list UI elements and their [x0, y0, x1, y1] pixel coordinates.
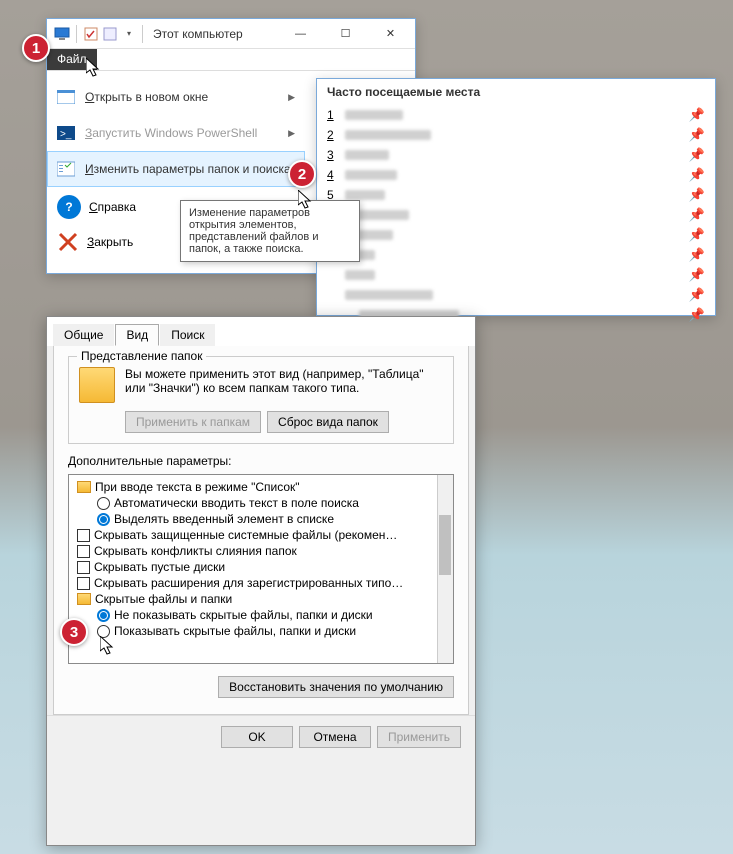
check-hide-merge[interactable] — [77, 545, 90, 558]
check-hide-extensions[interactable] — [77, 577, 90, 590]
menu-change-folder-options[interactable]: Изменить параметры папок и поиска — [47, 151, 305, 187]
tree-label: Не показывать скрытые файлы, папки и дис… — [114, 608, 373, 622]
menu-label: Запустить Windows PowerShell — [85, 126, 288, 140]
frequent-item[interactable]: 📌 — [327, 225, 705, 245]
group-description: Вы можете применить этот вид (например, … — [125, 367, 443, 395]
group-label: Представление папок — [77, 349, 206, 363]
close-button[interactable]: ✕ — [368, 20, 413, 48]
apply-button[interactable]: Применить — [377, 726, 461, 748]
frequent-item[interactable]: 5📌 — [327, 185, 705, 205]
window-title: Этот компьютер — [153, 27, 278, 41]
frequent-item[interactable]: 📌 — [327, 265, 705, 285]
tree-label: Выделять введенный элемент в списке — [114, 512, 334, 526]
menu-close[interactable]: Закрыть — [57, 231, 133, 253]
menu-label: Справка — [89, 200, 136, 214]
frequent-places-title: Часто посещаемые места — [327, 85, 705, 99]
svg-text:>_: >_ — [60, 129, 72, 140]
pin-icon[interactable]: 📌 — [689, 207, 705, 223]
pin-icon[interactable]: 📌 — [689, 107, 705, 123]
reset-folders-button[interactable]: Сброс вида папок — [267, 411, 389, 433]
tab-search[interactable]: Поиск — [160, 324, 215, 346]
submenu-arrow-icon: ▶ — [288, 92, 295, 103]
ribbon: Файл — [47, 49, 415, 71]
tree-group: При вводе текста в режиме "Список" — [95, 480, 300, 494]
menu-label: Изменить параметры папок и поиска — [85, 162, 295, 176]
radio-select-typed[interactable] — [97, 513, 110, 526]
frequent-item[interactable]: 4📌 — [327, 165, 705, 185]
pin-icon[interactable]: 📌 — [689, 127, 705, 143]
annotation-badge-2: 2 — [288, 160, 316, 188]
titlebar: ▾ Этот компьютер — ☐ ✕ — [47, 19, 415, 49]
pin-icon[interactable]: 📌 — [689, 247, 705, 263]
computer-icon — [53, 25, 71, 43]
submenu-arrow-icon: ▶ — [288, 128, 295, 139]
check-hide-protected[interactable] — [77, 529, 90, 542]
cancel-button[interactable]: Отмена — [299, 726, 371, 748]
pin-icon[interactable]: 📌 — [689, 147, 705, 163]
tree-label: Скрывать расширения для зарегистрированн… — [94, 576, 403, 590]
annotation-badge-1: 1 — [22, 34, 50, 62]
ok-button[interactable]: OK — [221, 726, 293, 748]
minimize-button[interactable]: — — [278, 20, 323, 48]
pin-icon[interactable]: 📌 — [689, 227, 705, 243]
tree-group: Скрытые файлы и папки — [95, 592, 232, 606]
scrollbar[interactable] — [437, 475, 453, 663]
properties-qat-icon[interactable] — [82, 25, 100, 43]
frequent-item[interactable]: 📌 — [327, 285, 705, 305]
folder-view-group: Представление папок Вы можете применить … — [68, 356, 454, 444]
pin-icon[interactable]: 📌 — [689, 307, 705, 323]
frequent-item[interactable]: 1📌 — [327, 105, 705, 125]
qat-icon-2[interactable] — [101, 25, 119, 43]
restore-defaults-button[interactable]: Восстановить значения по умолчанию — [218, 676, 454, 698]
radio-auto-type[interactable] — [97, 497, 110, 510]
pin-icon[interactable]: 📌 — [689, 287, 705, 303]
menu-help[interactable]: ? Справка — [57, 195, 136, 219]
close-x-icon — [57, 231, 79, 253]
frequent-item[interactable]: 📌 — [327, 245, 705, 265]
frequent-item[interactable]: 3📌 — [327, 145, 705, 165]
pin-icon[interactable]: 📌 — [689, 267, 705, 283]
window-icon — [57, 88, 75, 106]
tab-view[interactable]: Вид — [115, 324, 159, 346]
menu-label: Открыть в новом окне — [85, 90, 288, 104]
tree-label: Скрывать конфликты слияния папок — [94, 544, 297, 558]
options-icon — [57, 160, 75, 178]
help-icon: ? — [57, 195, 81, 219]
folder-icon — [77, 593, 91, 605]
cursor-icon — [86, 58, 100, 78]
powershell-icon: >_ — [57, 124, 75, 142]
tooltip: Изменение параметров открытия элементов,… — [180, 200, 360, 262]
folder-icon — [77, 481, 91, 493]
folder-icon — [79, 367, 115, 403]
apply-to-folders-button[interactable]: Применить к папкам — [125, 411, 261, 433]
pin-icon[interactable]: 📌 — [689, 167, 705, 183]
pin-icon[interactable]: 📌 — [689, 187, 705, 203]
tabs: Общие Вид Поиск — [47, 317, 475, 346]
advanced-settings-label: Дополнительные параметры: — [68, 454, 454, 468]
cursor-icon — [298, 190, 312, 210]
folder-options-dialog: Общие Вид Поиск Представление папок Вы м… — [46, 316, 476, 846]
advanced-settings-tree[interactable]: При вводе текста в режиме "Список" Автом… — [68, 474, 454, 664]
radio-dont-show-hidden[interactable] — [97, 609, 110, 622]
check-hide-empty-drives[interactable] — [77, 561, 90, 574]
menu-powershell: >_ Запустить Windows PowerShell ▶ — [47, 115, 305, 151]
maximize-button[interactable]: ☐ — [323, 20, 368, 48]
tree-label: Скрывать защищенные системные файлы (рек… — [94, 528, 397, 542]
tree-label: Показывать скрытые файлы, папки и диски — [114, 624, 356, 638]
frequent-places-panel: Часто посещаемые места 1📌 2📌 3📌 4📌 5📌 📌 … — [316, 78, 716, 316]
tree-label: Скрывать пустые диски — [94, 560, 225, 574]
tab-general[interactable]: Общие — [53, 324, 114, 346]
tree-label: Автоматически вводить текст в поле поиск… — [114, 496, 359, 510]
menu-label: Закрыть — [87, 235, 133, 249]
frequent-item[interactable]: 📌 — [327, 205, 705, 225]
qat-dropdown-icon[interactable]: ▾ — [120, 25, 138, 43]
cursor-icon — [100, 636, 114, 656]
frequent-item[interactable]: 2📌 — [327, 125, 705, 145]
annotation-badge-3: 3 — [60, 618, 88, 646]
menu-open-new-window[interactable]: Открыть в новом окне ▶ — [47, 79, 305, 115]
